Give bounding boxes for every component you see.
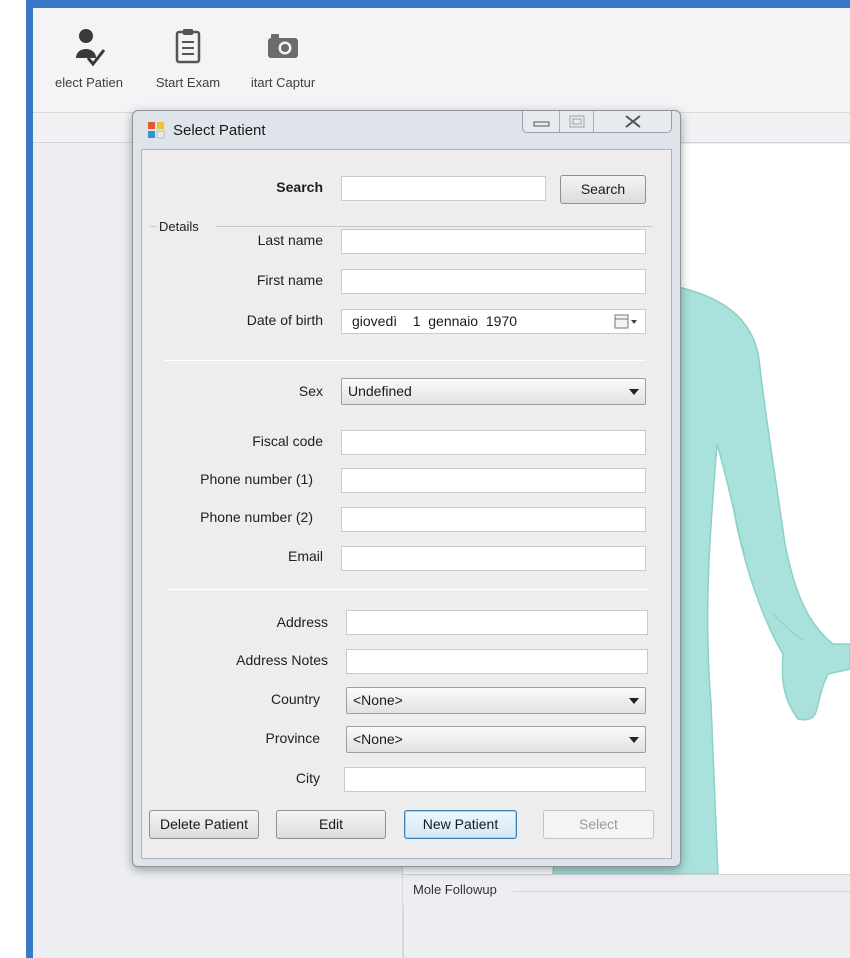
window-frame-left	[26, 0, 33, 958]
province-select[interactable]: <None>	[346, 726, 646, 753]
country-select[interactable]: <None>	[346, 687, 646, 714]
sex-value: Undefined	[348, 383, 412, 399]
mole-followup-panel: Mole Followup	[403, 874, 850, 958]
dialog-content: Search Search Details Last name First na…	[141, 149, 672, 859]
details-group-line-left	[150, 226, 156, 227]
minimize-icon	[533, 121, 550, 127]
select-patient-button[interactable]: elect Patien	[37, 24, 141, 104]
mole-followup-divider	[513, 891, 850, 892]
address-input[interactable]	[346, 610, 648, 635]
email-label: Email	[287, 548, 323, 564]
address-label: Address	[276, 614, 328, 630]
maximize-button[interactable]	[559, 111, 593, 132]
dialog-titlebar[interactable]: Select Patient	[133, 111, 680, 149]
close-icon	[625, 115, 641, 128]
phone2-label: Phone number (2)	[200, 509, 313, 525]
new-patient-button[interactable]: New Patient	[404, 810, 517, 839]
delete-patient-button[interactable]: Delete Patient	[149, 810, 259, 839]
country-label: Country	[270, 691, 320, 707]
phone2-input[interactable]	[341, 507, 646, 532]
date-of-birth-value: giovedì 1 gennaio 1970	[352, 313, 518, 329]
sex-label: Sex	[298, 383, 323, 399]
select-button[interactable]: Select	[543, 810, 654, 839]
start-capture-label: itart Captur	[250, 75, 316, 90]
phone1-input[interactable]	[341, 468, 646, 493]
clipboard-icon	[175, 29, 201, 64]
date-of-birth-label: Date of birth	[246, 312, 323, 328]
section-separator-2	[166, 589, 648, 590]
first-name-input[interactable]	[341, 269, 646, 294]
chevron-down-icon	[629, 698, 639, 704]
mole-followup-border	[403, 905, 404, 958]
mole-followup-title: Mole Followup	[413, 882, 497, 897]
minimize-button[interactable]	[523, 111, 559, 132]
search-label: Search	[276, 179, 323, 195]
fiscal-code-input[interactable]	[341, 430, 646, 455]
city-input[interactable]	[344, 767, 646, 792]
details-group-line-right	[216, 226, 652, 227]
fiscal-code-label: Fiscal code	[252, 433, 323, 449]
address-notes-input[interactable]	[346, 649, 648, 674]
app-icon	[148, 122, 165, 139]
country-value: <None>	[353, 692, 403, 708]
chevron-down-icon	[629, 737, 639, 743]
chevron-down-icon	[629, 389, 639, 395]
section-separator-1	[164, 360, 646, 361]
address-notes-label: Address Notes	[236, 652, 328, 668]
close-button[interactable]	[593, 111, 671, 132]
search-input[interactable]	[341, 176, 546, 201]
start-exam-button[interactable]: Start Exam	[145, 24, 231, 104]
email-input[interactable]	[341, 546, 646, 571]
phone1-label: Phone number (1)	[200, 471, 313, 487]
select-patient-dialog: Select Patient Search Search Details Las…	[132, 110, 681, 867]
search-button[interactable]: Search	[560, 175, 646, 204]
date-of-birth-picker[interactable]: giovedì 1 gennaio 1970	[341, 309, 646, 334]
sex-select[interactable]: Undefined	[341, 378, 646, 405]
calendar-dropdown-icon[interactable]	[613, 314, 639, 330]
window-controls	[522, 111, 672, 133]
province-value: <None>	[353, 731, 403, 747]
first-name-label: First name	[256, 272, 323, 288]
dialog-title: Select Patient	[173, 122, 266, 139]
start-exam-label: Start Exam	[155, 75, 221, 90]
details-group-label: Details	[159, 219, 199, 234]
province-label: Province	[265, 730, 320, 746]
edit-button[interactable]: Edit	[276, 810, 386, 839]
maximize-icon	[569, 115, 585, 128]
last-name-label: Last name	[257, 232, 323, 248]
select-patient-label: elect Patien	[55, 75, 123, 90]
last-name-input[interactable]	[341, 229, 646, 254]
camera-icon	[268, 34, 298, 58]
city-label: City	[295, 770, 320, 786]
start-capture-button[interactable]: itart Captur	[233, 24, 333, 104]
window-frame-top	[26, 0, 850, 8]
patient-check-icon	[76, 29, 106, 67]
toolbar: elect Patien Start Exam itart Captur	[33, 8, 850, 113]
